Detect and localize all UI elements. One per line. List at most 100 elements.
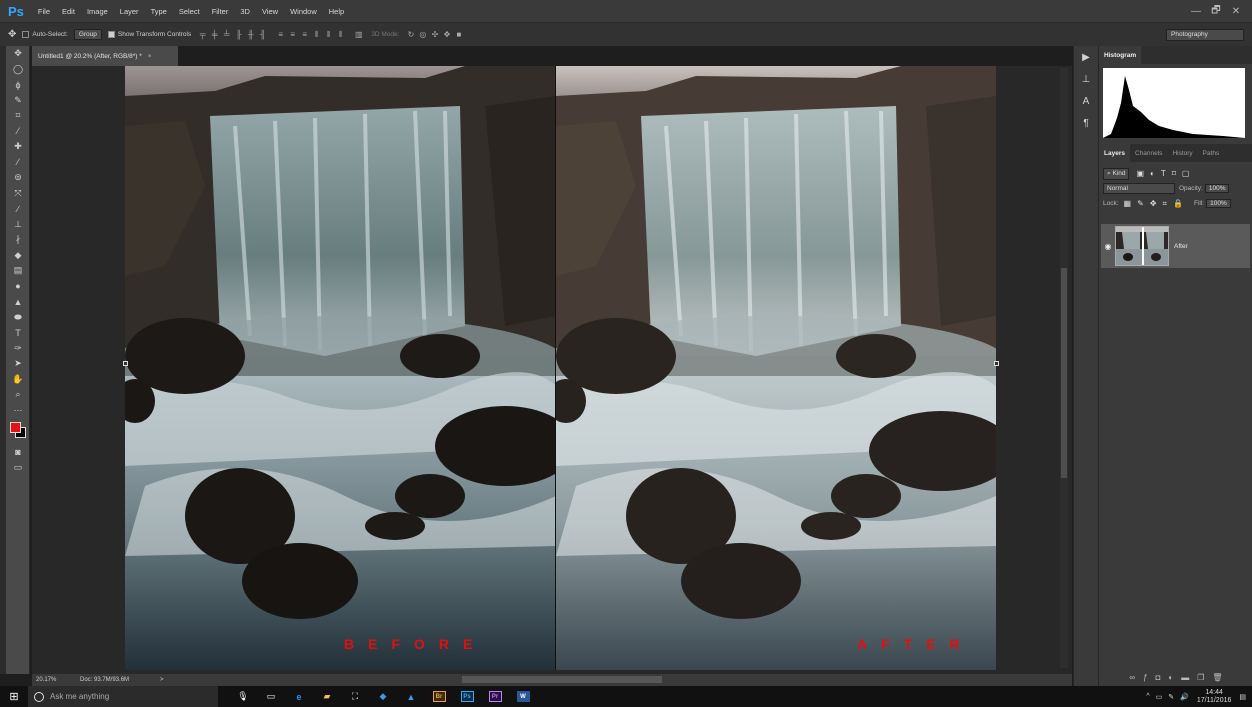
align-top-icon[interactable]: ╤: [197, 30, 208, 39]
word-icon[interactable]: W: [512, 686, 534, 707]
tab-channels[interactable]: Channels: [1130, 144, 1167, 162]
paragraph-panel-icon[interactable]: ¶: [1074, 112, 1098, 134]
photoshop-taskbar-icon[interactable]: Ps: [456, 686, 478, 707]
crop-tool-icon[interactable]: ⌗: [6, 108, 30, 124]
path-select-tool-icon[interactable]: ➤: [6, 356, 30, 372]
transform-handle-left[interactable]: [123, 361, 128, 366]
clone-source-icon[interactable]: ⊥: [1074, 68, 1098, 90]
document-tab[interactable]: Untitled1 @ 20.2% (After, RGB/8*) * ×: [32, 46, 178, 66]
edge-icon[interactable]: e: [288, 686, 310, 707]
premiere-icon[interactable]: Pr: [484, 686, 506, 707]
align-right-icon[interactable]: ╢: [257, 30, 268, 39]
dropbox-icon[interactable]: ◆: [372, 686, 394, 707]
photos-icon[interactable]: ▲: [400, 686, 422, 707]
menu-view[interactable]: View: [256, 7, 284, 16]
more-tools-icon[interactable]: ⋯: [6, 403, 30, 419]
show-transform-checkbox[interactable]: [107, 31, 115, 38]
3d-rotate-icon[interactable]: ↻: [405, 30, 416, 39]
notifications-icon[interactable]: ▤: [1239, 693, 1246, 701]
3d-drag-icon[interactable]: ✣: [429, 30, 440, 39]
tab-layers[interactable]: Layers: [1099, 144, 1130, 162]
menu-file[interactable]: File: [32, 7, 56, 16]
vertical-scrollbar[interactable]: [1060, 68, 1068, 668]
filter-pixel-icon[interactable]: ▣: [1136, 169, 1144, 178]
minimize-button[interactable]: —: [1186, 6, 1206, 17]
file-explorer-icon[interactable]: ▰: [316, 686, 338, 707]
horizontal-scrollbar[interactable]: [462, 676, 662, 683]
network-icon[interactable]: ▭: [1156, 693, 1163, 701]
lock-artboard-icon[interactable]: ⌗: [1163, 199, 1168, 209]
gradient-tool-icon[interactable]: ▤: [6, 263, 30, 279]
menu-filter[interactable]: Filter: [206, 7, 235, 16]
history-brush-tool-icon[interactable]: ⤧: [6, 186, 30, 202]
distribute-hcenter-icon[interactable]: ⦀: [323, 30, 334, 39]
filter-smart-icon[interactable]: ▢: [1182, 169, 1190, 178]
pen-icon[interactable]: ✎: [1168, 693, 1174, 701]
mixer-brush-tool-icon[interactable]: ∕: [6, 201, 30, 217]
eyedropper-tool-icon[interactable]: ⁄: [6, 124, 30, 140]
windows-start-icon[interactable]: ⊞: [0, 690, 28, 703]
show-transform-option[interactable]: Show Transform Controls: [107, 31, 191, 38]
distribute-vcenter-icon[interactable]: ≡: [287, 30, 298, 39]
move-tool-icon[interactable]: ✥: [6, 46, 30, 62]
distribute-right-icon[interactable]: ⦀: [335, 30, 346, 39]
3d-roll-icon[interactable]: ◎: [417, 30, 428, 39]
cortana-search-box[interactable]: Ask me anything: [28, 686, 218, 707]
restore-button[interactable]: 🗗: [1206, 3, 1226, 20]
menu-help[interactable]: Help: [323, 7, 350, 16]
pen-tool-icon[interactable]: ✑: [6, 341, 30, 357]
auto-select-target-dropdown[interactable]: Group: [73, 29, 102, 40]
delete-layer-icon[interactable]: 🗑: [1212, 673, 1222, 682]
menu-image[interactable]: Image: [81, 7, 114, 16]
foreground-color-swatch[interactable]: [10, 422, 21, 433]
auto-select-checkbox[interactable]: [22, 31, 30, 38]
tab-histogram[interactable]: Histogram: [1099, 46, 1142, 64]
dodge-tool-icon[interactable]: ⬬: [6, 310, 30, 326]
filter-kind-dropdown[interactable]: ⌕ Kind: [1103, 167, 1130, 180]
lock-transparent-icon[interactable]: ▦: [1124, 199, 1132, 208]
align-left-icon[interactable]: ╟: [233, 30, 244, 39]
workspace-dropdown[interactable]: Photography: [1166, 29, 1244, 41]
marquee-tool-icon[interactable]: ◯: [6, 62, 30, 78]
menu-window[interactable]: Window: [284, 7, 323, 16]
lock-pixels-icon[interactable]: ✎: [1137, 199, 1144, 208]
filter-shape-icon[interactable]: ⌑: [1172, 169, 1176, 178]
distribute-bottom-icon[interactable]: ≡: [299, 30, 310, 39]
visibility-eye-icon[interactable]: ◉: [1101, 242, 1115, 251]
blur-tool-icon[interactable]: ●: [6, 279, 30, 295]
clock[interactable]: 14:44 17/11/2016: [1197, 689, 1232, 705]
lasso-tool-icon[interactable]: ϕ: [6, 77, 30, 93]
hand-tool-icon[interactable]: ✋: [6, 372, 30, 388]
brush-tool-icon[interactable]: ⁄: [6, 155, 30, 171]
close-document-icon[interactable]: ×: [148, 53, 152, 60]
canvas-area[interactable]: BEFORE AFTER: [32, 66, 1072, 674]
close-window-button[interactable]: ✕: [1226, 6, 1246, 17]
store-icon[interactable]: ⛶: [344, 686, 366, 707]
opacity-field[interactable]: 100%: [1204, 184, 1230, 193]
align-hcenter-icon[interactable]: ╫: [245, 30, 256, 39]
new-layer-icon[interactable]: ❐: [1197, 673, 1204, 682]
play-action-icon[interactable]: ▶: [1074, 46, 1098, 68]
auto-select-option[interactable]: Auto-Select:: [22, 31, 68, 38]
fill-field[interactable]: 100%: [1206, 199, 1231, 208]
character-panel-icon[interactable]: A: [1074, 90, 1098, 112]
align-vcenter-icon[interactable]: ╪: [209, 30, 220, 39]
sharpen-tool-icon[interactable]: ▲: [6, 294, 30, 310]
vertical-scroll-thumb[interactable]: [1061, 268, 1067, 478]
zoom-level[interactable]: 20.17%: [32, 677, 80, 683]
lock-all-icon[interactable]: 🔒: [1173, 199, 1183, 208]
align-bottom-icon[interactable]: ╧: [221, 30, 232, 39]
quick-mask-icon[interactable]: ◙: [6, 444, 30, 460]
distribute-left-icon[interactable]: ⦀: [311, 30, 322, 39]
eraser-tool-icon[interactable]: ◆: [6, 248, 30, 264]
layer-style-icon[interactable]: ƒ: [1143, 673, 1147, 682]
menu-type[interactable]: Type: [145, 7, 173, 16]
quick-select-tool-icon[interactable]: ✎: [6, 93, 30, 109]
filter-adjustment-icon[interactable]: ◐: [1150, 169, 1155, 178]
warning-icon[interactable]: ▲: [1217, 82, 1226, 92]
volume-icon[interactable]: 🔊: [1180, 693, 1189, 701]
type-tool-icon[interactable]: T: [6, 325, 30, 341]
tab-history[interactable]: History: [1167, 144, 1197, 162]
bridge-icon[interactable]: Br: [428, 686, 450, 707]
status-menu-arrow[interactable]: >: [160, 677, 164, 683]
